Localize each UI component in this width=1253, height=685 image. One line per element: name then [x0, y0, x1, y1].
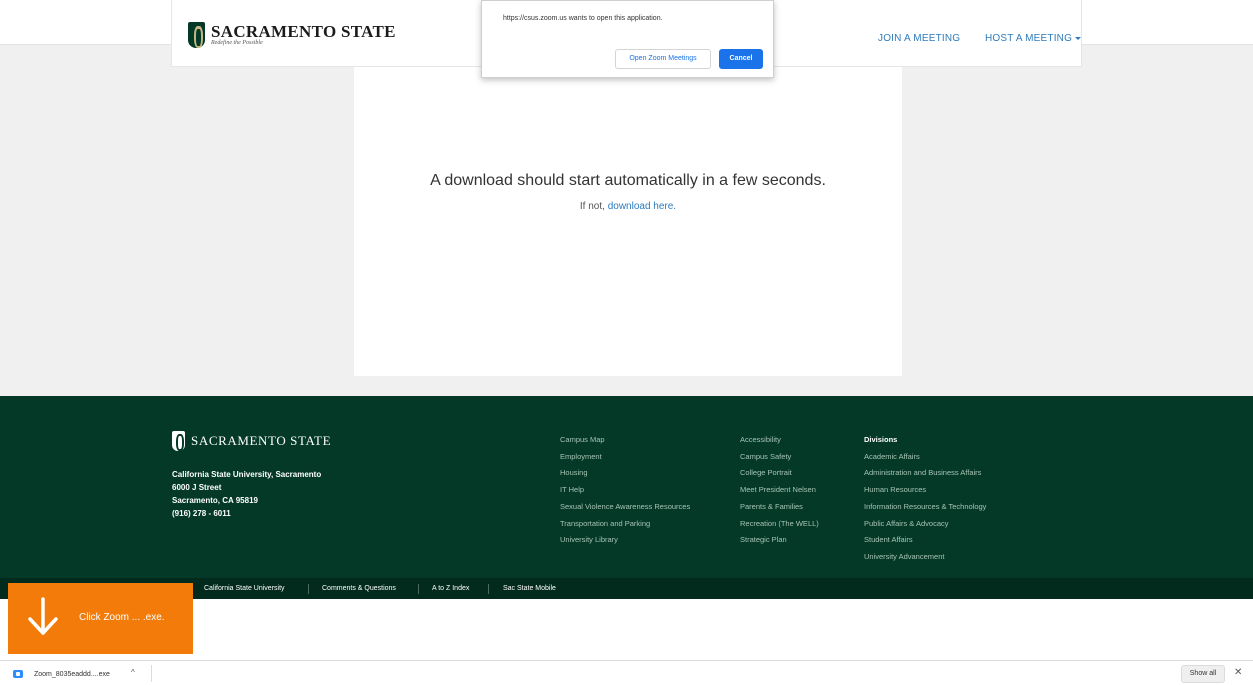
logo-tagline: Redefine the Possible — [211, 40, 263, 46]
footer-logo-name: SACRAMENTO STATE — [191, 433, 332, 448]
footer-link[interactable]: Sexual Violence Awareness Resources — [560, 499, 690, 516]
caret-down-icon — [1075, 36, 1082, 40]
footer-links-col1: Campus Map Employment Housing IT Help Se… — [560, 432, 690, 549]
download-bar-separator — [151, 665, 152, 682]
footer-link[interactable]: University Library — [560, 532, 690, 549]
footer-bar-separator — [488, 584, 489, 594]
footer-bar-link-csu[interactable]: California State University — [204, 585, 285, 592]
footer-link[interactable]: Public Affairs & Advocacy — [864, 516, 986, 533]
divisions-heading: Divisions — [864, 435, 898, 444]
fallback-prefix: If not, — [579, 201, 608, 212]
footer-logo[interactable]: SACRAMENTO STATE — [172, 431, 331, 451]
footer-link[interactable]: Information Resources & Technology — [864, 499, 986, 516]
arrow-down-icon — [28, 597, 58, 635]
footer-link[interactable]: Meet President Nelsen — [740, 482, 819, 499]
footer-link[interactable]: Transportation and Parking — [560, 516, 690, 533]
footer-link[interactable]: Human Resources — [864, 482, 986, 499]
footer-link[interactable]: Recreation (The WELL) — [740, 516, 819, 533]
zoom-file-icon — [13, 670, 23, 678]
footer-link[interactable]: Campus Safety — [740, 449, 819, 466]
footer-link[interactable]: College Portrait — [740, 465, 819, 482]
open-app-dialog: https://csus.zoom.us wants to open this … — [481, 0, 774, 78]
host-meeting-menu[interactable]: HOST A MEETING — [985, 33, 1082, 44]
join-meeting-link[interactable]: JOIN A MEETING — [878, 33, 960, 44]
download-message: A download should start automatically in… — [430, 172, 826, 189]
cancel-button[interactable]: Cancel — [719, 49, 763, 69]
address-city: Sacramento, CA 95819 — [172, 496, 258, 505]
footer-divisions-col: Divisions Academic Affairs Administratio… — [864, 432, 986, 566]
download-file-name[interactable]: Zoom_8035eaddd....exe — [34, 671, 110, 678]
download-here-link[interactable]: download here. — [608, 201, 676, 212]
open-zoom-meetings-button[interactable]: Open Zoom Meetings — [615, 49, 711, 69]
download-notification[interactable]: Click Zoom ... .exe. — [8, 583, 193, 654]
sac-state-logo[interactable]: SACRAMENTO STATE Redefine the Possible — [188, 22, 396, 48]
footer-bar-link-atoz[interactable]: A to Z Index — [432, 585, 469, 592]
footer-shield-icon — [172, 431, 185, 451]
footer-link[interactable]: Accessibility — [740, 432, 819, 449]
dialog-message: https://csus.zoom.us wants to open this … — [503, 15, 663, 22]
footer-bar-link-comments[interactable]: Comments & Questions — [322, 585, 396, 592]
address-street: 6000 J Street — [172, 483, 222, 492]
address-phone: (916) 278 - 6011 — [172, 509, 231, 518]
footer-link[interactable]: Employment — [560, 449, 690, 466]
address-university: California State University, Sacramento — [172, 470, 322, 479]
close-icon[interactable]: ✕ — [1234, 667, 1242, 678]
notification-text: Click Zoom ... .exe. — [79, 612, 165, 623]
download-bar — [0, 660, 1253, 685]
footer-link[interactable]: IT Help — [560, 482, 690, 499]
footer-link[interactable]: Academic Affairs — [864, 449, 986, 466]
host-meeting-label: HOST A MEETING — [985, 33, 1073, 44]
download-fallback: If not, download here. — [354, 201, 902, 212]
chevron-up-icon[interactable]: ^ — [131, 668, 135, 677]
footer-link[interactable]: Housing — [560, 465, 690, 482]
show-all-button[interactable]: Show all — [1181, 665, 1225, 683]
footer-link[interactable]: Strategic Plan — [740, 532, 819, 549]
footer-bar-link-mobile[interactable]: Sac State Mobile — [503, 585, 556, 592]
sac-state-shield-icon — [188, 22, 205, 48]
footer-bar-separator — [308, 584, 309, 594]
footer-links-col2: Accessibility Campus Safety College Port… — [740, 432, 819, 549]
footer-link[interactable]: Campus Map — [560, 432, 690, 449]
footer-address: California State University, Sacramento … — [172, 468, 321, 520]
footer-link[interactable]: Parents & Families — [740, 499, 819, 516]
content-card — [354, 67, 902, 376]
footer-bar-separator — [418, 584, 419, 594]
logo-name: SACRAMENTO STATE — [211, 22, 396, 41]
footer-link[interactable]: Student Affairs — [864, 532, 986, 549]
footer-link[interactable]: University Advancement — [864, 549, 986, 566]
footer-link[interactable]: Administration and Business Affairs — [864, 465, 986, 482]
